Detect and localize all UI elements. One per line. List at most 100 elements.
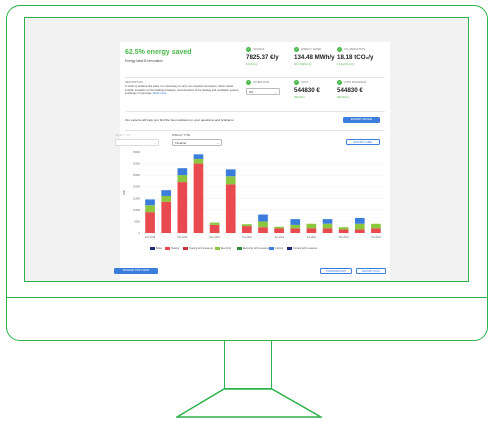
bar-segment — [338, 229, 349, 233]
select-lot-dropdown[interactable]: ⌄ — [115, 139, 159, 146]
legend-label: Heating with measures — [189, 246, 214, 250]
select-lot-label: SELECT LOT — [115, 134, 131, 137]
x-tick-label: Mar 2023 — [339, 236, 350, 239]
y-tick-label: 10000 — [133, 209, 141, 212]
export-data-button[interactable]: EXPORT DATA — [356, 268, 386, 274]
y-tick-label: 35000 — [133, 151, 141, 154]
legend-swatch — [165, 247, 170, 250]
monitor-stand-neck — [224, 341, 272, 389]
x-tick-label: Dec 2019 — [209, 236, 220, 239]
check-icon: ✓ — [294, 80, 299, 85]
bar-segment — [161, 201, 172, 233]
chart-legend: Boiler Heating Heating with measures Electr… — [150, 246, 390, 251]
legend-label: Boiler — [156, 246, 163, 250]
description-title: DESCRIPTION — [125, 81, 143, 84]
description-body: In order to achieve this class, it is ne… — [125, 85, 239, 96]
x-tick-label: Jul 2022 — [307, 236, 317, 239]
metric-label: ENERGY SAVED — [301, 48, 322, 51]
bar-segment — [177, 175, 188, 183]
bar-segment — [322, 228, 333, 233]
y-tick-label: 25000 — [133, 174, 141, 177]
screen: 62.5% energy saved Energy label B renova… — [24, 17, 469, 282]
bar-segment — [145, 199, 155, 206]
check-icon: ✓ — [246, 80, 251, 85]
divider — [125, 77, 385, 78]
bar-segment — [274, 228, 284, 233]
results-panel: 62.5% energy saved Energy label B renova… — [114, 42, 390, 280]
legend-label: Heating — [171, 246, 180, 250]
bar-segment — [371, 223, 381, 229]
bar-segment — [145, 205, 155, 213]
description-text: In order to achieve this class, it is ne… — [125, 85, 242, 96]
x-tick-label: Jun 2021 — [274, 236, 285, 239]
y-tick-label: 5000 — [134, 220, 140, 223]
legend-swatch — [237, 247, 242, 250]
manage-test-data-button[interactable]: MANAGE TEST DATA — [114, 268, 158, 274]
y-tick-label: 15000 — [133, 197, 141, 200]
bar-segment — [354, 229, 365, 233]
legend-swatch — [287, 247, 292, 250]
bar-segment — [290, 219, 301, 225]
chevron-down-icon: ⌄ — [216, 141, 219, 145]
bar-segment — [161, 190, 172, 196]
bar-segment — [306, 228, 317, 233]
chevron-down-icon: ⌄ — [153, 141, 156, 145]
divider — [125, 130, 385, 131]
y-axis-label: kWh — [123, 189, 126, 195]
energy-chart: 35000 30000 25000 20000 15000 10000 5000 0 kWh Fe… — [123, 151, 384, 239]
export-label-button[interactable]: EXPORT LABEL — [346, 139, 380, 145]
metric-value: 544830 € — [337, 87, 363, 94]
bar-segment — [258, 227, 268, 233]
bar-segment — [225, 184, 236, 233]
y-tick-label: 0 — [139, 232, 141, 235]
bar-segment — [290, 228, 301, 233]
bar-segment — [354, 223, 365, 230]
legend-label: Electricity with measures — [243, 246, 270, 250]
bar-segment — [225, 176, 236, 185]
bar-segment — [161, 195, 172, 202]
other-data-select[interactable]: 0% ⌄ — [246, 88, 280, 95]
bar-segment — [322, 219, 333, 224]
other-data-select-value: 0% — [249, 90, 254, 94]
bar-segment — [193, 163, 204, 233]
bar-segment — [338, 227, 349, 230]
bar-segment — [177, 168, 188, 176]
divider — [125, 111, 385, 112]
energy-saved-headline: 62.5% energy saved — [125, 49, 192, 56]
metric-label: COST — [301, 81, 309, 84]
metric-subvalue: 390 €/m²y — [337, 95, 350, 99]
bar-segment — [193, 158, 204, 164]
x-tick-label: Oct 2020 — [242, 236, 252, 239]
expert-advice-button[interactable]: EXPERT ADVICE — [343, 117, 380, 123]
bar-segment — [209, 224, 220, 233]
metric-value: 18.18 tCO₂/y — [337, 54, 374, 61]
experts-text: Our experts will help you find the best … — [125, 118, 234, 122]
metric-subvalue: 8.6 €/m²y — [246, 62, 258, 66]
x-tick-label: Feb 2018 — [145, 236, 156, 239]
legend-swatch — [183, 247, 188, 250]
x-tick-label: Oct 2023 — [371, 236, 381, 239]
check-icon: ✓ — [246, 47, 251, 52]
legend-swatch — [269, 247, 274, 250]
bar-segment — [322, 223, 333, 229]
display-type-value: Timeline — [175, 141, 187, 145]
bar-segment — [242, 224, 252, 227]
y-tick-label: 20000 — [133, 186, 141, 189]
display-type-dropdown[interactable]: Timeline ⌄ — [172, 139, 222, 146]
legend-swatch — [215, 247, 220, 250]
metric-subvalue: 390 €/m² — [294, 95, 306, 99]
read-more-link[interactable]: Read more — [153, 92, 166, 95]
bar-segment — [225, 169, 236, 177]
check-icon: ✓ — [337, 47, 342, 52]
monitor-bezel-divider — [6, 297, 488, 298]
chevron-down-icon: ⌄ — [274, 90, 277, 94]
legend-label: Electricity — [221, 246, 232, 250]
monitor-stand-base — [176, 388, 322, 418]
y-tick-label: 30000 — [133, 163, 141, 166]
metric-value: 544830 € — [294, 87, 320, 94]
compare-data-button[interactable]: COMPARE DATA — [320, 268, 352, 274]
metric-label: OTHER DATA — [253, 81, 270, 84]
bar-segment — [274, 226, 284, 229]
metric-label: CO₂ REDUCTION — [344, 48, 366, 51]
bar-segment — [209, 222, 220, 225]
